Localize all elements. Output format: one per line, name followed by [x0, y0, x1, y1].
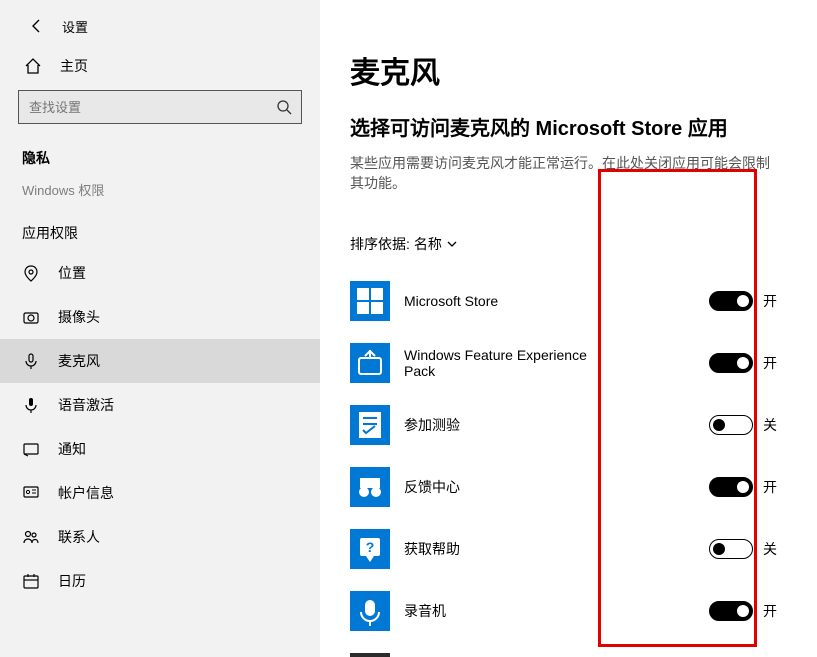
home-nav[interactable]: 主页	[0, 46, 320, 90]
toggle-state-label: 开	[763, 477, 777, 497]
sidebar-item-calendar[interactable]: 日历	[0, 559, 320, 603]
main-content: 麦克风 选择可访问麦克风的 Microsoft Store 应用 某些应用需要访…	[320, 0, 817, 657]
notification-icon	[22, 440, 40, 458]
app-icon	[350, 343, 390, 383]
sidebar-item-label: 联系人	[58, 527, 100, 547]
section-app-permissions: 应用权限	[0, 213, 320, 251]
nav-list: 位置 摄像头 麦克风 语音激活 通知 帐户信息 联系人 日历	[0, 251, 320, 603]
toggle-cell: 开	[709, 601, 817, 621]
sort-row: 排序依据: 名称	[350, 234, 817, 254]
home-icon	[24, 57, 42, 75]
app-icon: ?	[350, 529, 390, 569]
sidebar-item-label: 麦克风	[58, 351, 100, 371]
sidebar: 设置 主页 隐私 Windows 权限 应用权限 位置 摄像头 麦克风 语音激活	[0, 0, 320, 657]
account-icon	[22, 484, 40, 502]
toggle-state-label: 开	[763, 353, 777, 373]
toggle-switch[interactable]	[709, 539, 753, 559]
toggle-state-label: 关	[763, 539, 777, 559]
toggle-state-label: 开	[763, 601, 777, 621]
sidebar-item-account-info[interactable]: 帐户信息	[0, 471, 320, 515]
toggle-cell: 开	[709, 477, 817, 497]
app-icon	[350, 405, 390, 445]
search-input[interactable]	[18, 90, 302, 124]
arrow-left-icon	[28, 18, 44, 34]
app-icon	[350, 281, 390, 321]
toggle-cell: 开	[709, 291, 817, 311]
app-row: 参加测验 关	[350, 394, 817, 456]
nav-item-windows-permissions[interactable]: Windows 权限	[0, 176, 320, 213]
app-row: 相机开	[350, 642, 817, 657]
search-container	[18, 90, 302, 124]
section-privacy: 隐私	[0, 138, 320, 176]
sidebar-item-contacts[interactable]: 联系人	[0, 515, 320, 559]
app-name: 录音机	[404, 601, 614, 621]
toggle-cell: 关	[709, 539, 817, 559]
camera-icon	[22, 308, 40, 326]
description: 某些应用需要访问麦克风才能正常运行。在此处关闭应用可能会限制其功能。	[350, 153, 770, 194]
toggle-state-label: 关	[763, 415, 777, 435]
sidebar-item-camera[interactable]: 摄像头	[0, 295, 320, 339]
sidebar-item-microphone[interactable]: 麦克风	[0, 339, 320, 383]
app-row: 录音机 开	[350, 580, 817, 642]
sub-title: 选择可访问麦克风的 Microsoft Store 应用	[350, 112, 817, 141]
toggle-cell: 开	[709, 353, 817, 373]
app-icon	[350, 653, 390, 657]
app-row: Windows Feature Experience Pack 开	[350, 332, 817, 394]
sidebar-item-notifications[interactable]: 通知	[0, 427, 320, 471]
voice-icon	[22, 396, 40, 414]
sidebar-item-label: 摄像头	[58, 307, 100, 327]
app-name: Windows Feature Experience Pack	[404, 347, 614, 379]
contacts-icon	[22, 528, 40, 546]
app-row: Microsoft Store 开	[350, 270, 817, 332]
toggle-switch[interactable]	[709, 353, 753, 373]
chevron-down-icon	[446, 238, 458, 250]
sort-dropdown[interactable]: 名称	[414, 234, 458, 254]
search-icon	[276, 99, 292, 115]
app-name: 获取帮助	[404, 539, 614, 559]
toggle-switch[interactable]	[709, 477, 753, 497]
sidebar-item-voice-activation[interactable]: 语音激活	[0, 383, 320, 427]
app-icon	[350, 467, 390, 507]
sidebar-item-label: 通知	[58, 439, 86, 459]
sidebar-item-label: 日历	[58, 571, 86, 591]
app-list: Microsoft Store开Windows Feature Experien…	[350, 270, 817, 657]
app-name: 反馈中心	[404, 477, 614, 497]
app-row: 反馈中心 开	[350, 456, 817, 518]
toggle-state-label: 开	[763, 291, 777, 311]
svg-text:?: ?	[366, 539, 375, 555]
calendar-icon	[22, 572, 40, 590]
toggle-cell: 关	[709, 415, 817, 435]
toggle-switch[interactable]	[709, 415, 753, 435]
location-icon	[22, 264, 40, 282]
window-title: 设置	[62, 17, 88, 36]
back-button[interactable]	[24, 14, 48, 38]
app-name: 参加测验	[404, 415, 614, 435]
sidebar-item-label: 语音激活	[58, 395, 114, 415]
sidebar-item-label: 位置	[58, 263, 86, 283]
toggle-switch[interactable]	[709, 291, 753, 311]
home-label: 主页	[60, 56, 88, 76]
sort-value-label: 名称	[414, 234, 442, 254]
toggle-switch[interactable]	[709, 601, 753, 621]
titlebar: 设置	[0, 14, 320, 46]
sort-prefix: 排序依据:	[350, 234, 410, 254]
sidebar-item-label: 帐户信息	[58, 483, 114, 503]
app-icon	[350, 591, 390, 631]
sidebar-item-location[interactable]: 位置	[0, 251, 320, 295]
app-name: Microsoft Store	[404, 293, 614, 309]
app-row: ? 获取帮助 关	[350, 518, 817, 580]
microphone-icon	[22, 352, 40, 370]
page-title: 麦克风	[350, 48, 817, 92]
